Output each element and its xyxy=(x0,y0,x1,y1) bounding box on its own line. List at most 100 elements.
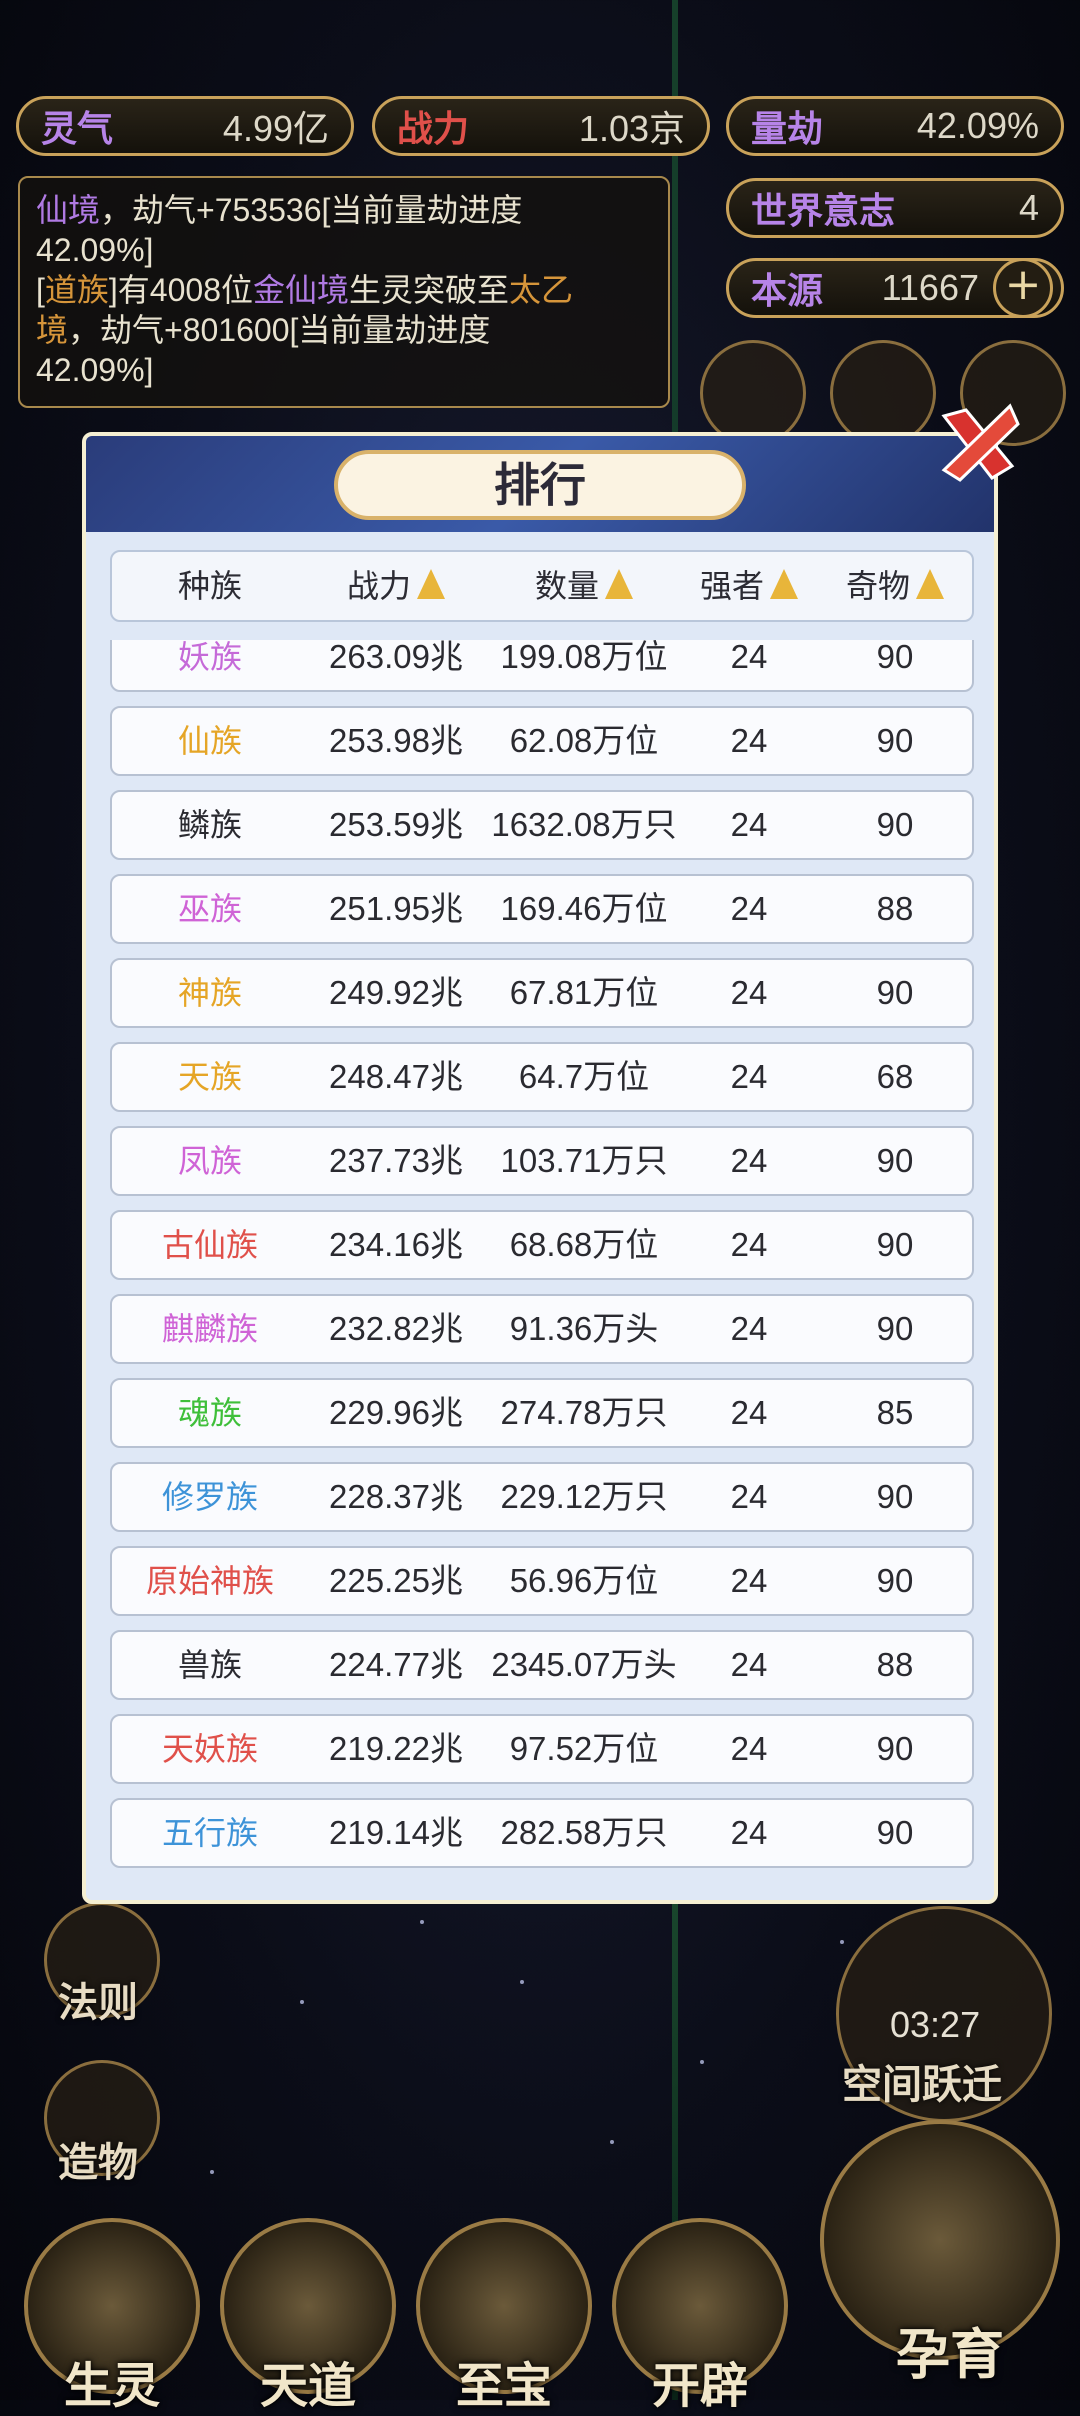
race-power: 248.47兆 xyxy=(329,1058,463,1095)
race-name: 古仙族 xyxy=(161,1226,258,1264)
log-text: ，劫气+753536[当前量劫进度 xyxy=(100,192,523,228)
race-items: 90 xyxy=(876,1226,914,1263)
table-row[interactable]: 仙族 253.98兆 62.08万位 24 90 xyxy=(110,706,974,776)
race-power: 263.09兆 xyxy=(329,640,463,675)
col-count-label: 数量 xyxy=(534,567,599,605)
race-strong: 24 xyxy=(730,1142,768,1179)
race-count: 1632.08万只 xyxy=(491,806,677,843)
sort-arrow-icon xyxy=(770,569,798,599)
col-race: 种族 xyxy=(112,552,308,620)
race-name: 修罗族 xyxy=(161,1478,258,1516)
benyuan-add-button[interactable]: + xyxy=(993,258,1053,318)
race-name: 麒麟族 xyxy=(161,1310,258,1348)
race-count: 91.36万头 xyxy=(509,1310,659,1347)
nav-zhi-bao[interactable]: 至宝 xyxy=(416,2346,592,2416)
race-strong: 24 xyxy=(730,1058,768,1095)
zhanli-value: 1.03京 xyxy=(578,108,685,149)
race-count: 68.68万位 xyxy=(509,1226,659,1263)
col-items-label: 奇物 xyxy=(845,567,910,605)
race-power: 228.37兆 xyxy=(329,1478,463,1515)
race-items: 90 xyxy=(876,974,914,1011)
col-items-sort[interactable]: 奇物 xyxy=(814,552,976,620)
race-count: 103.71万只 xyxy=(500,1142,668,1179)
race-count: 199.08万位 xyxy=(500,640,668,675)
table-row[interactable]: 修罗族 228.37兆 229.12万只 24 90 xyxy=(110,1462,974,1532)
log-text: 生灵突破至 xyxy=(349,272,510,308)
race-power: 219.22兆 xyxy=(329,1730,463,1767)
liangjie-value: 42.09% xyxy=(916,105,1039,146)
dialog-title: 排行 xyxy=(334,450,746,520)
col-race-label: 种族 xyxy=(177,567,242,605)
race-count: 274.78万只 xyxy=(500,1394,668,1431)
log-progress: 42.09%] xyxy=(36,232,154,268)
race-count: 62.08万位 xyxy=(509,722,659,759)
race-items: 88 xyxy=(876,890,914,927)
liangjie-stat: 量劫 42.09% xyxy=(726,96,1064,156)
race-count: 2345.07万头 xyxy=(491,1646,677,1683)
ranking-list[interactable]: 妖族 263.09兆 199.08万位 24 90 仙族 253.98兆 62.08万位 24 9… xyxy=(110,640,974,1888)
race-items: 90 xyxy=(876,640,914,675)
nav-sheng-ling[interactable]: 生灵 xyxy=(24,2346,200,2416)
col-count-sort[interactable]: 数量 xyxy=(484,552,684,620)
lingqi-label: 灵气 xyxy=(41,108,114,150)
race-items: 90 xyxy=(876,806,914,843)
race-power: 251.95兆 xyxy=(329,890,463,927)
table-row[interactable]: 天族 248.47兆 64.7万位 24 68 xyxy=(110,1042,974,1112)
table-row[interactable]: 妖族 263.09兆 199.08万位 24 90 xyxy=(110,640,974,692)
race-name: 神族 xyxy=(177,974,242,1012)
log-realm: 境 xyxy=(36,312,69,348)
table-row[interactable]: 原始神族 225.25兆 56.96万位 24 90 xyxy=(110,1546,974,1616)
race-strong: 24 xyxy=(730,806,768,843)
race-name: 兽族 xyxy=(177,1646,242,1684)
race-power: 219.14兆 xyxy=(329,1814,463,1851)
table-row[interactable]: 巫族 251.95兆 169.46万位 24 88 xyxy=(110,874,974,944)
race-power: 249.92兆 xyxy=(329,974,463,1011)
scroll-icon[interactable] xyxy=(700,340,806,446)
table-row[interactable]: 五行族 219.14兆 282.58万只 24 90 xyxy=(110,1798,974,1868)
race-power: 253.59兆 xyxy=(329,806,463,843)
compass-icon[interactable] xyxy=(830,340,936,446)
close-icon[interactable] xyxy=(930,396,1026,492)
table-row[interactable]: 天妖族 219.22兆 97.52万位 24 90 xyxy=(110,1714,974,1784)
log-realm: 仙境 xyxy=(36,192,101,228)
table-row[interactable]: 麒麟族 232.82兆 91.36万头 24 90 xyxy=(110,1294,974,1364)
space-jump-label[interactable]: 空间跃迁 xyxy=(842,2052,1002,2110)
nav-kai-pi[interactable]: 开辟 xyxy=(612,2346,788,2416)
race-power: 229.96兆 xyxy=(329,1394,463,1431)
table-row[interactable]: 鳞族 253.59兆 1632.08万只 24 90 xyxy=(110,790,974,860)
log-realm: 金仙境 xyxy=(253,272,350,308)
race-items: 88 xyxy=(876,1646,914,1683)
race-strong: 24 xyxy=(730,1310,768,1347)
race-power: 253.98兆 xyxy=(329,722,463,759)
zao-wu-label[interactable]: 造物 xyxy=(58,2130,138,2188)
nav-yun-yu[interactable]: 孕育 xyxy=(850,2310,1050,2389)
shijie-yizhi-stat: 世界意志 4 xyxy=(726,178,1064,238)
benyuan-stat: 本源 11667 + xyxy=(726,258,1064,318)
col-power-label: 战力 xyxy=(346,567,411,605)
race-name: 原始神族 xyxy=(145,1562,274,1600)
table-row[interactable]: 凤族 237.73兆 103.71万只 24 90 xyxy=(110,1126,974,1196)
race-power: 232.82兆 xyxy=(329,1310,463,1347)
col-power-sort[interactable]: 战力 xyxy=(308,552,484,620)
race-items: 90 xyxy=(876,722,914,759)
race-strong: 24 xyxy=(730,1394,768,1431)
space-jump-timer: 03:27 xyxy=(890,2004,981,2045)
race-power: 234.16兆 xyxy=(329,1226,463,1263)
table-row[interactable]: 古仙族 234.16兆 68.68万位 24 90 xyxy=(110,1210,974,1280)
col-strong-sort[interactable]: 强者 xyxy=(684,552,814,620)
table-row[interactable]: 神族 249.92兆 67.81万位 24 90 xyxy=(110,958,974,1028)
race-name: 魂族 xyxy=(177,1394,242,1432)
nav-tian-dao[interactable]: 天道 xyxy=(220,2346,396,2416)
race-items: 68 xyxy=(876,1058,914,1095)
ranking-dialog: 排行 种族 战力 数量 强者 奇物 妖族 263.09兆 199.08万位 24 90 仙… xyxy=(82,432,998,1904)
table-row[interactable]: 魂族 229.96兆 274.78万只 24 85 xyxy=(110,1378,974,1448)
sort-arrow-icon xyxy=(605,569,633,599)
race-strong: 24 xyxy=(730,890,768,927)
fa-ze-label[interactable]: 法则 xyxy=(58,1970,138,2028)
liangjie-label: 量劫 xyxy=(751,108,824,150)
log-text: ，劫气+801600[当前量劫进度 xyxy=(68,312,491,348)
table-row[interactable]: 兽族 224.77兆 2345.07万头 24 88 xyxy=(110,1630,974,1700)
race-count: 67.81万位 xyxy=(509,974,659,1011)
benyuan-value: 11667 xyxy=(881,267,979,308)
race-name: 仙族 xyxy=(177,722,242,760)
